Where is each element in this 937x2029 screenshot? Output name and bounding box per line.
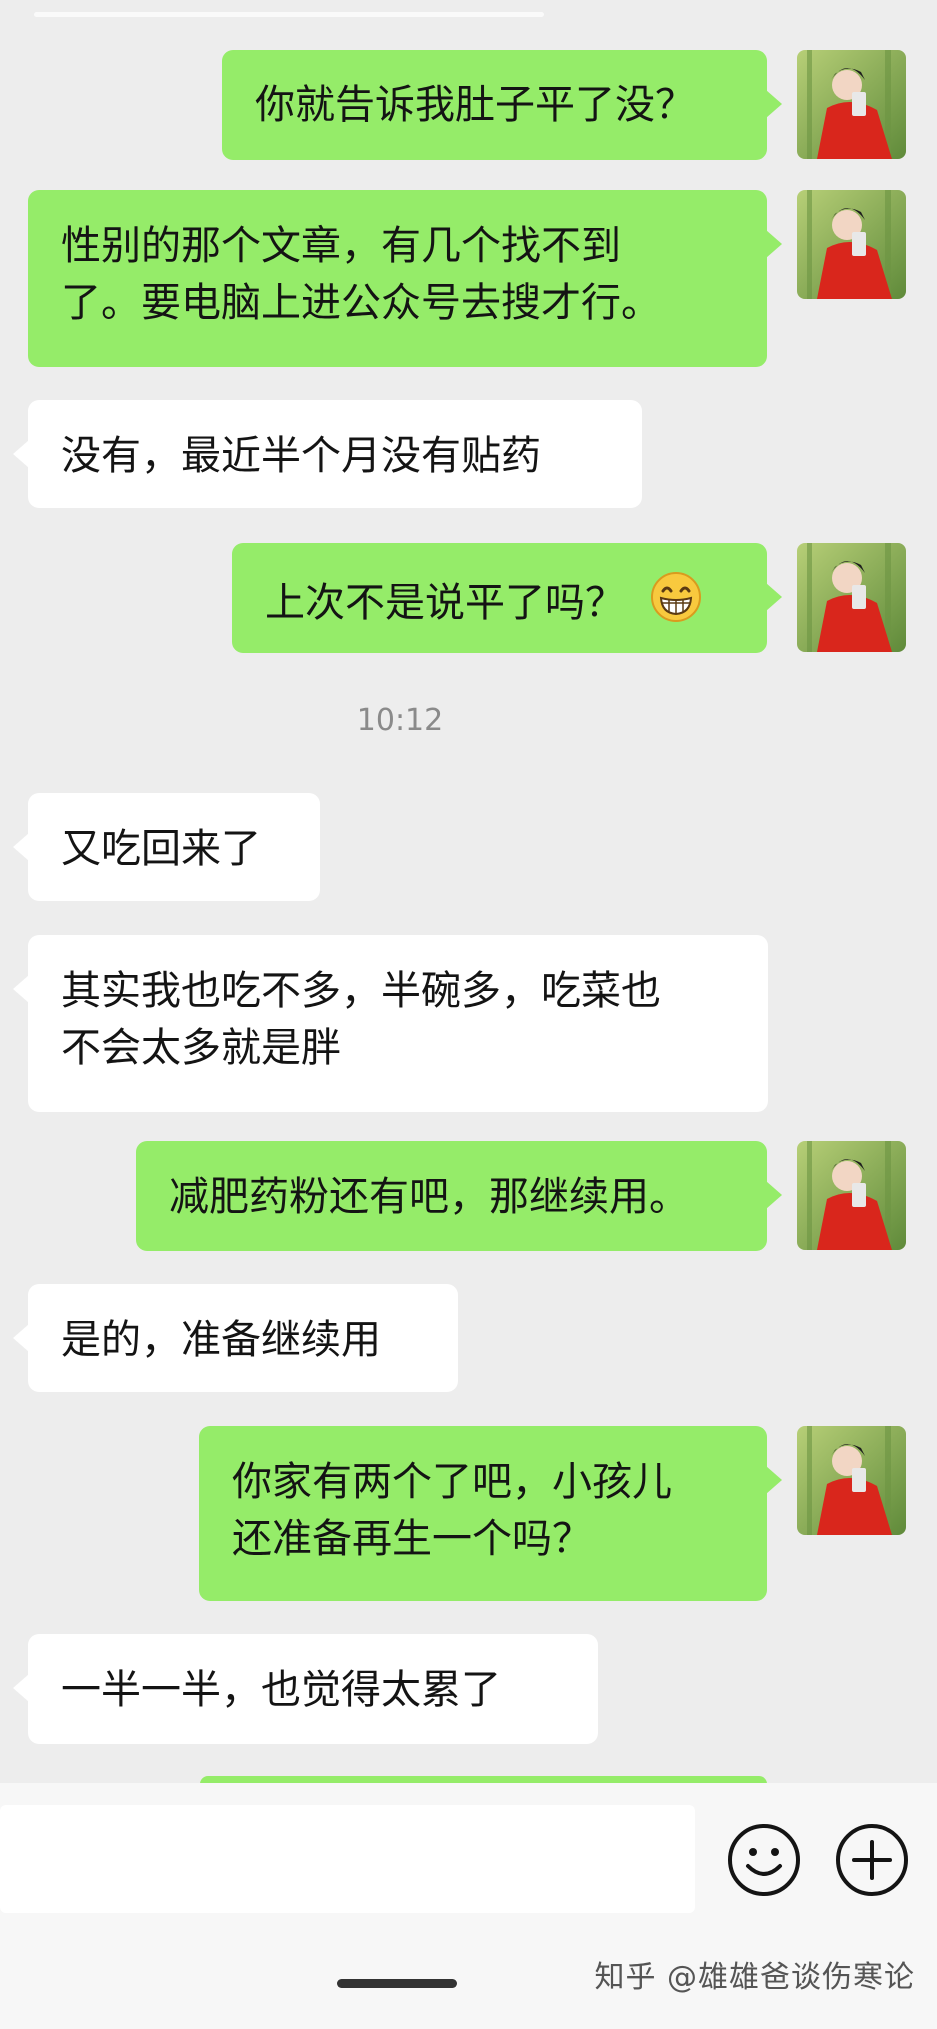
smiley-icon	[728, 1824, 800, 1896]
message-text: 是的，准备继续用	[61, 1317, 381, 1363]
message-text: 上次不是说平了吗？	[265, 580, 625, 626]
avatar-image	[797, 1426, 906, 1535]
avatar[interactable]	[797, 190, 906, 299]
message-bubble-incoming[interactable]: 又吃回来了	[13, 793, 320, 901]
message-bubble-outgoing[interactable]: 性别的那个文章，有几个找不到 了。要电脑上进公众号去搜才行。	[28, 190, 782, 367]
avatar-image	[797, 50, 906, 159]
message-bubble-outgoing[interactable]: 上次不是说平了吗？	[232, 543, 782, 653]
message-bubble-incoming[interactable]: 其实我也吃不多，半碗多，吃菜也 不会太多就是胖	[13, 935, 768, 1112]
message-bubble-incoming[interactable]: 是的，准备继续用	[13, 1284, 458, 1392]
top-indicator	[34, 12, 544, 17]
message-text-line: 还准备再生一个吗？	[232, 1516, 592, 1562]
grinning-face-icon	[650, 571, 702, 639]
avatar-image	[797, 543, 906, 652]
avatar-image	[797, 190, 906, 299]
message-text-line: 性别的那个文章，有几个找不到	[61, 223, 621, 269]
home-indicator	[337, 1979, 457, 1988]
message-text-line: 了。要电脑上进公众号去搜才行。	[61, 280, 661, 326]
message-text-line: 你家有两个了吧，小孩儿	[232, 1459, 672, 1505]
watermark: 知乎 @雄雄爸谈伤寒论	[594, 1960, 915, 1995]
avatar[interactable]	[797, 543, 906, 652]
message-text: 一半一半，也觉得太累了	[61, 1667, 501, 1713]
message-bubble-outgoing[interactable]: 减肥药粉还有吧，那继续用。	[136, 1141, 782, 1251]
avatar[interactable]	[797, 1141, 906, 1250]
message-bubble-outgoing[interactable]: 你就告诉我肚子平了没？	[222, 50, 782, 160]
message-timestamp: 10:12	[356, 703, 444, 738]
avatar[interactable]	[797, 1426, 906, 1535]
message-text-line: 不会太多就是胖	[61, 1025, 341, 1071]
message-bubble-incoming[interactable]: 没有，最近半个月没有贴药	[13, 400, 642, 508]
avatar-image	[797, 1141, 906, 1250]
message-bubble-outgoing[interactable]: 你家有两个了吧，小孩儿 还准备再生一个吗？	[199, 1426, 782, 1601]
message-text: 减肥药粉还有吧，那继续用。	[169, 1174, 689, 1220]
message-text: 你就告诉我肚子平了没？	[255, 82, 695, 128]
message-bubble-incoming[interactable]: 一半一半，也觉得太累了	[13, 1634, 598, 1744]
emoji-button[interactable]	[726, 1822, 802, 1898]
message-text: 没有，最近半个月没有贴药	[61, 433, 541, 479]
message-text-line: 其实我也吃不多，半碗多，吃菜也	[61, 968, 661, 1014]
message-input[interactable]	[0, 1805, 695, 1913]
message-text: 又吃回来了	[61, 826, 261, 872]
plus-circle-icon	[836, 1824, 908, 1896]
avatar[interactable]	[797, 50, 906, 159]
plus-button[interactable]	[834, 1822, 910, 1898]
